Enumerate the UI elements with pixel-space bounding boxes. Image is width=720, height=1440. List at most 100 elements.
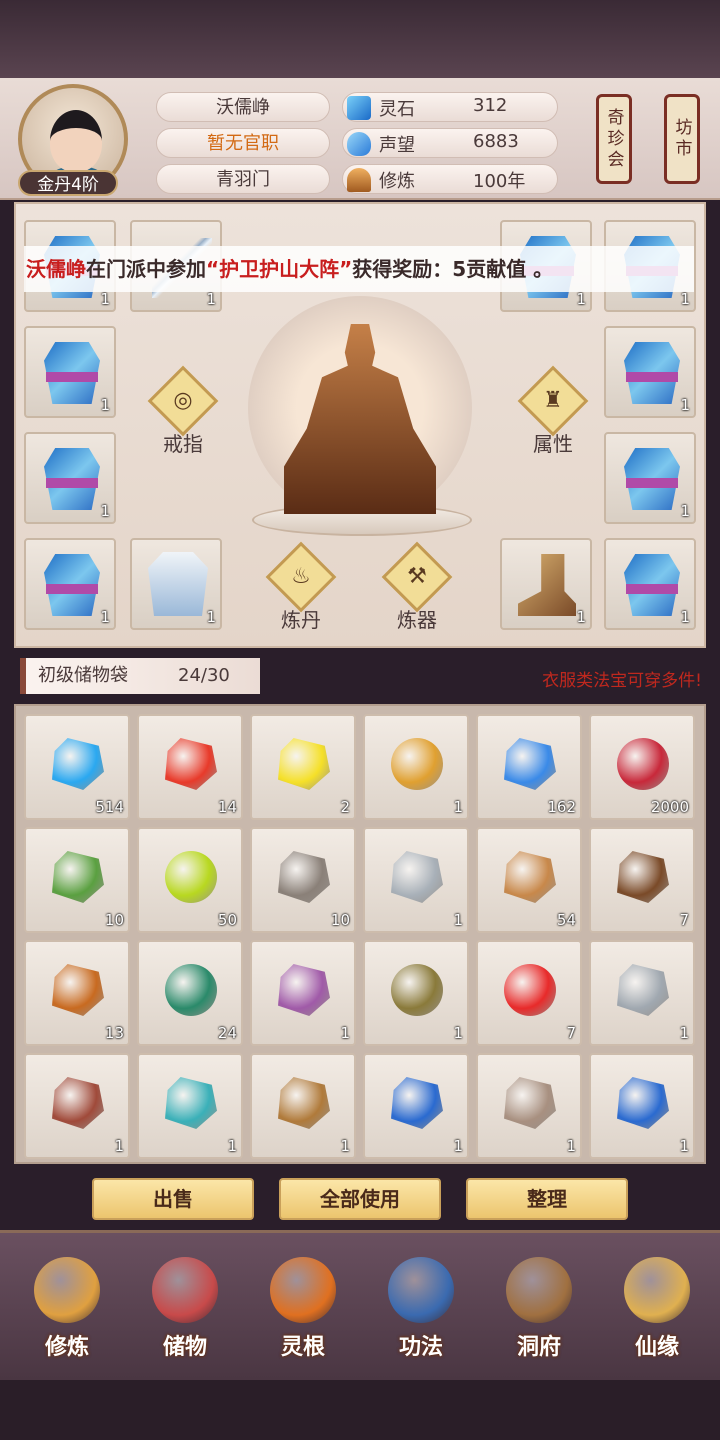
- bag-title: 初级储物袋: [38, 665, 128, 686]
- equip-slot[interactable]: 1: [24, 538, 116, 630]
- use-all-button[interactable]: 全部使用: [279, 1178, 441, 1220]
- bag-slot[interactable]: 10: [24, 827, 130, 933]
- item-count: 13: [104, 1024, 124, 1042]
- bag-slot[interactable]: 1: [363, 714, 469, 820]
- market-button[interactable]: 坊市: [664, 94, 700, 184]
- yellow-crystal-icon: [278, 738, 330, 790]
- equip-slot[interactable]: 1: [24, 432, 116, 524]
- treasure-bag-icon: [391, 738, 443, 790]
- nav-label: 储物: [162, 1335, 207, 1360]
- equip-slot[interactable]: 1: [604, 538, 696, 630]
- bag-slot[interactable]: 1: [363, 827, 469, 933]
- realm-badge: 金丹4阶: [18, 170, 118, 196]
- forging-button[interactable]: ⚒ 炼器: [381, 541, 453, 632]
- nav-fortune[interactable]: 仙缘: [602, 1247, 712, 1367]
- attribute-button[interactable]: ♜ 属性: [517, 365, 589, 456]
- item-count: 514: [95, 798, 124, 816]
- item-count: 1: [576, 290, 586, 308]
- bag-slot[interactable]: 24: [137, 940, 243, 1046]
- cultivate-icon: [34, 1257, 100, 1323]
- equip-slot[interactable]: 1: [130, 538, 222, 630]
- notice-text: 在门派中参加: [86, 257, 206, 281]
- spirit-root-icon: [270, 1257, 336, 1323]
- cave-icon: [506, 1257, 572, 1323]
- equip-slot[interactable]: 1: [24, 326, 116, 418]
- bag-slot[interactable]: 14: [137, 714, 243, 820]
- bag-slot[interactable]: 162: [476, 714, 582, 820]
- item-count: 1: [680, 290, 690, 308]
- bag-slot[interactable]: 1: [250, 940, 356, 1046]
- item-count: 1: [340, 1137, 350, 1155]
- item-count: 1: [680, 396, 690, 414]
- bag-slot[interactable]: 1: [589, 940, 695, 1046]
- bag-slot[interactable]: 1: [24, 1053, 130, 1159]
- blue-flame-icon: [504, 738, 556, 790]
- green-orb-icon: [165, 851, 217, 903]
- resource-cultivation: 修炼 100年: [342, 164, 558, 194]
- resource-label: 修炼: [379, 171, 415, 192]
- bag-slot[interactable]: 514: [24, 714, 130, 820]
- item-count: 1: [100, 502, 110, 520]
- bag-slot[interactable]: 7: [589, 827, 695, 933]
- item-count: 1: [679, 1137, 689, 1155]
- nav-cultivate[interactable]: 修炼: [12, 1247, 122, 1367]
- item-count: 1: [566, 1137, 576, 1155]
- ring-button[interactable]: ◎ 戒指: [147, 365, 219, 456]
- fortune-icon: [624, 1257, 690, 1323]
- scroll-icon: [278, 964, 330, 1016]
- bag-slot[interactable]: 2: [250, 714, 356, 820]
- attribute-icon: ♜: [543, 388, 563, 413]
- nav-technique[interactable]: 功法: [366, 1247, 476, 1367]
- item-count: 1: [453, 1137, 463, 1155]
- sword-icon: [504, 1077, 556, 1129]
- robe-belt: [626, 372, 678, 382]
- bag-slot[interactable]: 1: [476, 1053, 582, 1159]
- bag-slot[interactable]: 1: [589, 1053, 695, 1159]
- sell-button[interactable]: 出售: [92, 1178, 254, 1220]
- forging-label: 炼器: [397, 608, 437, 632]
- alchemy-button[interactable]: ♨ 炼丹: [265, 541, 337, 632]
- bag-slot[interactable]: 50: [137, 827, 243, 933]
- reputation-icon: [347, 132, 371, 156]
- nav-spirit-root[interactable]: 灵根: [248, 1247, 358, 1367]
- resource-value: 100年: [473, 171, 526, 192]
- notice-event: “护卫护山大阵”: [206, 257, 353, 281]
- item-count: 1: [114, 1137, 124, 1155]
- bag-slot[interactable]: 1: [363, 940, 469, 1046]
- bag-slot[interactable]: 13: [24, 940, 130, 1046]
- blue-crystal-icon: [52, 738, 104, 790]
- bag-slot[interactable]: 54: [476, 827, 582, 933]
- robe-belt: [626, 584, 678, 594]
- player-sect: 青羽门: [156, 164, 330, 194]
- equip-slot[interactable]: 1: [604, 326, 696, 418]
- nav-storage[interactable]: 储物: [130, 1247, 240, 1367]
- bag-slot[interactable]: 2000: [589, 714, 695, 820]
- ore-icon: [278, 851, 330, 903]
- item-count: 14: [217, 798, 237, 816]
- item-count: 1: [100, 290, 110, 308]
- bag-slot[interactable]: 7: [476, 940, 582, 1046]
- nav-cave[interactable]: 洞府: [484, 1247, 594, 1367]
- technique-icon: [388, 1257, 454, 1323]
- bag-slot[interactable]: 1: [250, 1053, 356, 1159]
- bag-slot[interactable]: 1: [363, 1053, 469, 1159]
- robe-belt: [626, 478, 678, 488]
- bag-slot[interactable]: 1: [137, 1053, 243, 1159]
- item-count: 24: [217, 1024, 237, 1042]
- resource-value: 312: [473, 95, 508, 116]
- alchemy-label: 炼丹: [281, 608, 321, 632]
- resource-label: 灵石: [379, 99, 415, 120]
- attribute-label: 属性: [533, 432, 573, 456]
- item-count: 7: [566, 1024, 576, 1042]
- equip-slot[interactable]: 1: [500, 538, 592, 630]
- item-count: 1: [206, 608, 216, 626]
- dagger-icon: [278, 1077, 330, 1129]
- root-icon: [617, 851, 669, 903]
- bag-slot[interactable]: 10: [250, 827, 356, 933]
- top-status-area: [0, 0, 720, 78]
- treasure-fair-button[interactable]: 奇珍会: [596, 94, 632, 184]
- nav-label: 洞府: [516, 1335, 561, 1360]
- equip-slot[interactable]: 1: [604, 432, 696, 524]
- sort-button[interactable]: 整理: [466, 1178, 628, 1220]
- player-name: 沃儒峥: [156, 92, 330, 122]
